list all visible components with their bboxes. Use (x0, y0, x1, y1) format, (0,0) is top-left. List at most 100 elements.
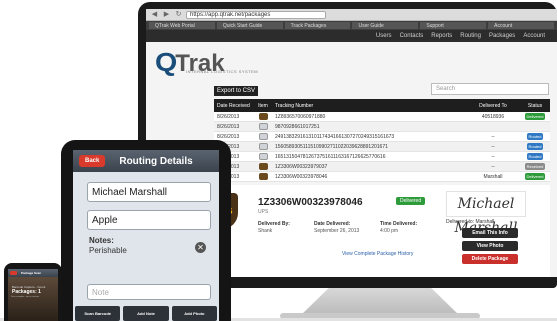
col-item[interactable]: Item (254, 103, 272, 109)
row-status: Delivered (520, 113, 550, 120)
time-label: Time Delivered: (380, 221, 418, 227)
delete-package-button[interactable]: Delete Package (462, 254, 518, 264)
carrier-icon (254, 153, 272, 160)
row-delivered-to: 40518936 (481, 113, 505, 120)
back-icon[interactable]: ◀ (150, 10, 159, 19)
row-status: Routed (520, 143, 550, 150)
col-delivered-to[interactable]: Delivered To (466, 103, 520, 109)
status-badge: Routed (526, 133, 544, 140)
note-input[interactable]: Note (87, 284, 211, 300)
department-field[interactable]: Apple (87, 210, 211, 230)
address-bar[interactable]: https://app.qtrak.net/packages (186, 10, 326, 19)
camera-preview (8, 277, 58, 321)
monitor-stand (300, 288, 460, 316)
nav-users[interactable]: Users (376, 33, 392, 39)
logo-q: Q (155, 47, 177, 77)
carrier-icon (254, 173, 272, 180)
phone-line3: Scan complete - tap to continue (11, 296, 40, 298)
scan-icon (258, 123, 268, 130)
col-date[interactable]: Date Received (214, 103, 254, 109)
browser-tab[interactable]: QTrak Web Portal (149, 22, 215, 29)
nav-routing[interactable]: Routing (460, 33, 481, 39)
time-value: 4:00 pm (380, 228, 399, 234)
carrier-icon (254, 133, 272, 140)
scan-icon (258, 133, 268, 140)
reload-icon[interactable]: ↻ (174, 10, 183, 19)
phone-back-button[interactable] (10, 271, 17, 275)
status-badge: Delivered (524, 113, 546, 120)
ups-icon (258, 173, 268, 180)
notes-value: Perishable (89, 246, 127, 255)
table-body: 8/26/2013 1Z8936570060971880 40518936 Deliv… (214, 112, 550, 182)
nav-packages[interactable]: Packages (489, 33, 515, 39)
row-delivered-to: Marshall (483, 173, 503, 180)
table-row[interactable]: 8/26/2013 1Z8936570060971880 40518936 Deliv… (214, 112, 550, 122)
col-tracking[interactable]: Tracking Number (272, 103, 466, 109)
status-badge: Routed (526, 153, 544, 160)
notes-label: Notes: (89, 236, 114, 245)
add-photo-button[interactable]: Add Photo (171, 306, 217, 321)
row-tracking: 1651315047812673751611163167126625770616 (275, 153, 386, 160)
back-button[interactable]: Back (79, 155, 106, 167)
qtrak-logo: QTrak INTERNAL LOGISTICS SYSTEM (155, 47, 258, 77)
row-tracking: 1560589305111510990271102203962889120167… (275, 143, 388, 150)
browser-tab[interactable]: Account (488, 22, 554, 29)
delivered-by-label: Delivered By: (258, 221, 290, 227)
phone-title: Package Scan (21, 271, 42, 275)
nav-account[interactable]: Account (523, 33, 545, 39)
scan-barcode-button[interactable]: Scan Barcode (75, 306, 121, 321)
row-delivered-to: -- (491, 133, 495, 140)
table-row[interactable]: 8/26/20131Z3306W00323978046MarshallDeliv… (214, 172, 550, 182)
bookmarks-bar: QTrak Web Portal Quick Start Guide Track… (146, 21, 557, 30)
table-row[interactable]: 8/26/20131560589305111510990271102203962… (214, 142, 550, 152)
browser-tab[interactable]: Track Packages (284, 22, 351, 29)
search-input[interactable]: Search (431, 83, 549, 95)
signature-image: Michael Marshall (446, 191, 526, 236)
status-badge: Delivered (524, 173, 546, 180)
col-status[interactable]: Status (520, 103, 550, 109)
logo-subtitle: INTERNAL LOGISTICS SYSTEM (186, 69, 259, 74)
row-status: Routed (520, 153, 550, 160)
browser-tab[interactable]: Quick Start Guide (216, 22, 283, 29)
ups-icon (258, 163, 268, 170)
row-tracking: 2491383291613101174341661307270249315161… (275, 133, 395, 140)
row-date: 8/26/2013 (217, 123, 240, 130)
phone-header: Package Scan (8, 269, 58, 277)
browser-tab[interactable]: User Guide (352, 22, 419, 29)
browser-toolbar: ◀ ▶ ↻ https://app.qtrak.net/packages (146, 9, 557, 21)
row-status: Routed (520, 133, 550, 140)
remove-note-icon[interactable]: ✕ (195, 242, 206, 253)
row-date: 8/26/2013 (217, 133, 240, 140)
export-csv-button[interactable]: Export to CSV (214, 86, 258, 96)
row-tracking: 9870928661017251 (275, 123, 320, 130)
row-tracking: 1Z3306W00323978046 (275, 173, 328, 180)
package-detail: ups 1Z3306W00323978046 UPS Delivered Del… (206, 185, 550, 277)
recipient-name-field[interactable]: Michael Marshall (87, 182, 211, 202)
forward-icon[interactable]: ▶ (162, 10, 171, 19)
phone-package-count: Packages: 1 (12, 289, 41, 295)
phone-screen: Package Scan Barcode Capture - Count Pac… (8, 269, 58, 321)
browser-tab[interactable]: Support (420, 22, 487, 29)
history-link[interactable]: View Complete Package History (342, 251, 413, 257)
add-note-button[interactable]: Add Note (123, 306, 169, 321)
email-info-button[interactable]: Email This Info (462, 228, 518, 238)
carrier-icon (254, 143, 272, 150)
row-status: Delivered (520, 173, 550, 180)
table-row[interactable]: 8/26/20131651315047812673751611163167126… (214, 152, 550, 162)
tablet-header: Back Routing Details (73, 150, 219, 172)
scan-icon (258, 143, 268, 150)
row-delivered-to: -- (491, 143, 495, 150)
row-tracking: 1Z3306W00323979037 (275, 163, 328, 170)
row-tracking: 1Z8936570060971880 (275, 113, 326, 120)
row-delivered-to: -- (491, 163, 495, 170)
carrier-icon (254, 113, 272, 120)
table-row[interactable]: 8/26/2013 2491383291613101174341661307270… (214, 132, 550, 142)
phone-device: Package Scan Barcode Capture - Count Pac… (4, 263, 62, 321)
nav-reports[interactable]: Reports (431, 33, 452, 39)
table-row[interactable]: 8/26/20131Z3306W00323979037--Received (214, 162, 550, 172)
table-row[interactable]: 8/26/2013 9870928661017251 (214, 122, 550, 132)
scan-icon (258, 153, 268, 160)
carrier-icon (254, 163, 272, 170)
nav-contacts[interactable]: Contacts (400, 33, 424, 39)
view-photo-button[interactable]: View Photo (462, 241, 518, 251)
